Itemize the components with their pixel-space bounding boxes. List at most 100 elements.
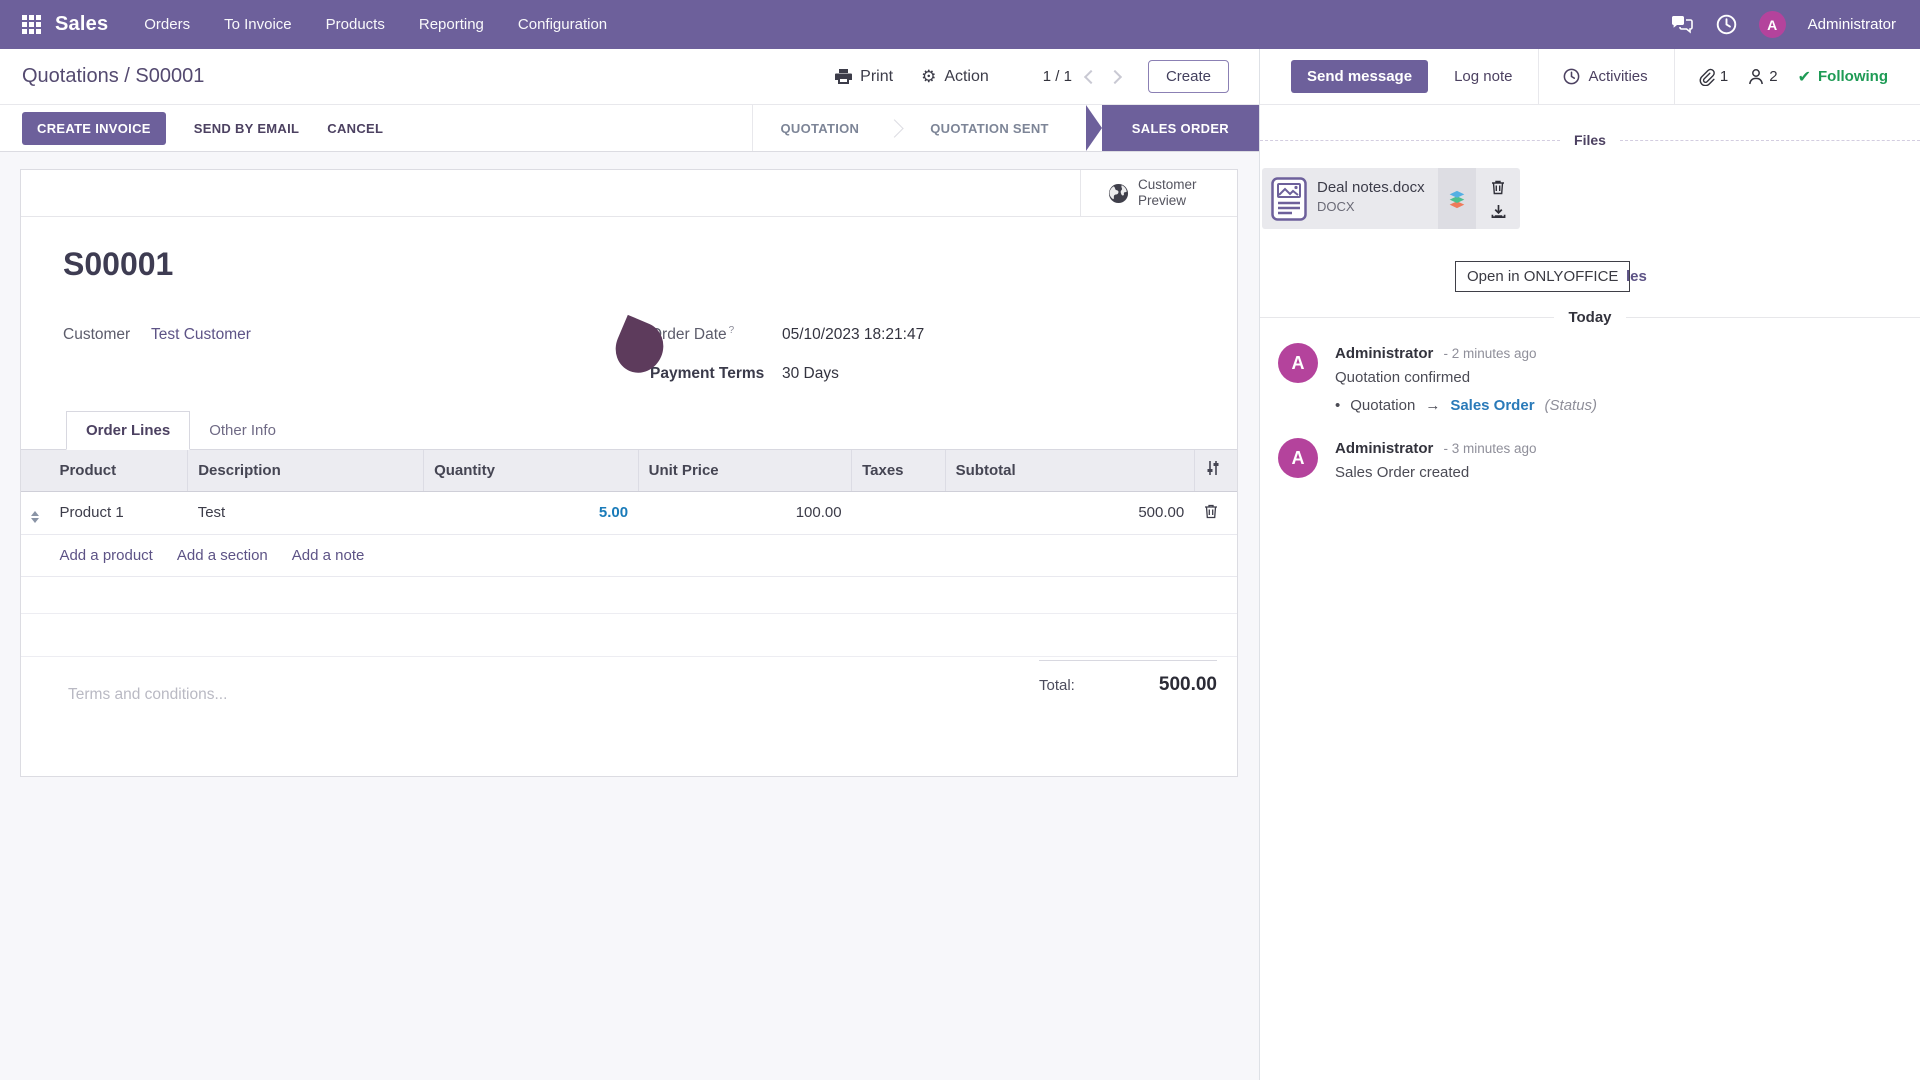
stage-sales-order[interactable]: SALES ORDER bbox=[1102, 105, 1259, 151]
user-avatar[interactable]: A bbox=[1759, 11, 1786, 38]
stage-quotation[interactable]: QUOTATION bbox=[753, 105, 886, 151]
globe-icon bbox=[1108, 183, 1129, 204]
app-brand[interactable]: Sales bbox=[55, 13, 108, 36]
open-in-onlyoffice-button[interactable] bbox=[1438, 168, 1476, 229]
attachment-name[interactable]: Deal notes.docx bbox=[1317, 179, 1428, 196]
trash-icon[interactable] bbox=[1204, 503, 1218, 519]
message-author[interactable]: Administrator bbox=[1335, 345, 1433, 362]
stage-quotation-sent[interactable]: QUOTATION SENT bbox=[903, 105, 1076, 151]
tab-order-lines[interactable]: Order Lines bbox=[66, 411, 190, 450]
download-attachment-icon[interactable] bbox=[1491, 204, 1506, 219]
following-toggle[interactable]: ✔ Following bbox=[1798, 67, 1888, 87]
send-by-email-button[interactable]: SEND BY EMAIL bbox=[194, 121, 300, 136]
followers-counter[interactable]: 2 bbox=[1748, 68, 1777, 85]
menu-configuration[interactable]: Configuration bbox=[518, 16, 607, 33]
cell-product[interactable]: Product 1 bbox=[49, 491, 187, 534]
menu-products[interactable]: Products bbox=[326, 16, 385, 33]
col-subtotal[interactable]: Subtotal bbox=[945, 450, 1194, 491]
tracking-new-value[interactable]: Sales Order bbox=[1450, 397, 1534, 414]
message-avatar[interactable]: A bbox=[1278, 343, 1318, 383]
add-product-link[interactable]: Add a product bbox=[59, 547, 152, 564]
send-message-button[interactable]: Send message bbox=[1291, 60, 1428, 93]
total-label: Total: bbox=[1039, 677, 1075, 694]
apps-menu-icon[interactable] bbox=[22, 15, 41, 34]
cell-quantity[interactable]: 5.00 bbox=[424, 491, 639, 534]
adjust-columns-icon[interactable] bbox=[1205, 460, 1221, 476]
attachment-card[interactable]: Deal notes.docx DOCX bbox=[1262, 168, 1520, 229]
delete-attachment-icon[interactable] bbox=[1491, 179, 1505, 195]
attachment-thumbnail bbox=[1262, 168, 1307, 229]
stage-separator-icon bbox=[886, 119, 904, 137]
chatter-panel: Send message Log note Activities 1 bbox=[1259, 49, 1920, 1080]
control-panel: Quotations / S00001 Print ⚙ Action 1 / 1… bbox=[0, 49, 1259, 105]
pager-previous-icon[interactable] bbox=[1084, 69, 1098, 83]
order-date-value[interactable]: 05/10/2023 18:21:47 bbox=[782, 326, 924, 344]
paperclip-icon bbox=[1698, 68, 1715, 86]
add-line-row: Add a product Add a section Add a note bbox=[21, 534, 1237, 576]
attachment-meta: Deal notes.docx DOCX bbox=[1307, 168, 1438, 229]
terms-placeholder[interactable]: Terms and conditions... bbox=[68, 686, 227, 704]
activities-clock-icon[interactable] bbox=[1716, 14, 1737, 35]
cell-description[interactable]: Test bbox=[188, 491, 424, 534]
cell-taxes[interactable] bbox=[852, 491, 946, 534]
check-icon: ✔ bbox=[1798, 67, 1811, 87]
order-date-label: Order Date? bbox=[650, 325, 782, 344]
payment-terms-label: Payment Terms bbox=[650, 365, 782, 383]
message-avatar[interactable]: A bbox=[1278, 438, 1318, 478]
table-row[interactable]: Product 1 Test 5.00 100.00 500.00 bbox=[21, 491, 1237, 534]
create-invoice-button[interactable]: CREATE INVOICE bbox=[22, 112, 166, 145]
attachments-counter[interactable]: 1 bbox=[1698, 68, 1728, 86]
col-quantity[interactable]: Quantity bbox=[424, 450, 639, 491]
table-empty-row bbox=[21, 576, 1237, 613]
message-author[interactable]: Administrator bbox=[1335, 440, 1433, 457]
customer-value[interactable]: Test Customer bbox=[151, 326, 251, 344]
form-sheet: Customer Preview S00001 Customer Test Cu… bbox=[20, 169, 1238, 777]
print-button[interactable]: Print bbox=[835, 68, 893, 86]
col-taxes[interactable]: Taxes bbox=[852, 450, 946, 491]
attachments-section: Files Deal notes.docx DOCX bbox=[1260, 132, 1920, 229]
payment-terms-value[interactable]: 30 Days bbox=[782, 365, 839, 383]
drag-handle-icon bbox=[31, 511, 39, 523]
tracking-bullet: • bbox=[1335, 397, 1340, 414]
col-product[interactable]: Product bbox=[49, 450, 187, 491]
tracking-field-name: (Status) bbox=[1545, 397, 1598, 414]
person-icon bbox=[1748, 68, 1764, 85]
clipped-link-text[interactable]: les bbox=[1626, 268, 1647, 285]
odoo-sales-app: Sales Orders To Invoice Products Reporti… bbox=[0, 0, 1920, 1080]
chatter-topbar-right: 1 2 ✔ Following bbox=[1698, 67, 1888, 87]
printer-icon bbox=[835, 69, 852, 85]
help-icon: ? bbox=[729, 325, 735, 336]
onlyoffice-tooltip: Open in ONLYOFFICE bbox=[1455, 261, 1630, 292]
messages-icon[interactable] bbox=[1670, 15, 1694, 35]
user-name[interactable]: Administrator bbox=[1808, 16, 1896, 33]
table-header-row: Product Description Quantity Unit Price … bbox=[21, 450, 1237, 491]
create-button[interactable]: Create bbox=[1148, 60, 1229, 93]
add-note-link[interactable]: Add a note bbox=[292, 547, 365, 564]
cancel-button[interactable]: CANCEL bbox=[327, 121, 383, 136]
activities-button[interactable]: Activities bbox=[1563, 68, 1647, 85]
order-lines-table: Product Description Quantity Unit Price … bbox=[21, 450, 1237, 657]
tab-other-info[interactable]: Other Info bbox=[190, 412, 295, 449]
message-time: - 3 minutes ago bbox=[1444, 441, 1537, 456]
date-divider: Today bbox=[1260, 309, 1920, 326]
cell-unit-price[interactable]: 100.00 bbox=[638, 491, 852, 534]
menu-orders[interactable]: Orders bbox=[144, 16, 190, 33]
notebook-tabs: Order Lines Other Info bbox=[21, 409, 1237, 450]
customer-preview-button[interactable]: Customer Preview bbox=[1080, 170, 1237, 216]
record-pager: 1 / 1 bbox=[1043, 68, 1120, 85]
menu-reporting[interactable]: Reporting bbox=[419, 16, 484, 33]
action-button[interactable]: ⚙ Action bbox=[921, 67, 989, 87]
col-description[interactable]: Description bbox=[188, 450, 424, 491]
message-content: Administrator - 3 minutes ago Sales Orde… bbox=[1335, 438, 1537, 481]
log-note-button[interactable]: Log note bbox=[1454, 68, 1512, 85]
files-divider: Files bbox=[1260, 132, 1920, 148]
row-drag-handle[interactable] bbox=[21, 491, 49, 534]
optional-columns-header bbox=[1194, 450, 1237, 491]
breadcrumb[interactable]: Quotations / S00001 bbox=[22, 65, 204, 88]
col-unit-price[interactable]: Unit Price bbox=[638, 450, 852, 491]
cell-delete[interactable] bbox=[1194, 491, 1237, 534]
customer-label: Customer bbox=[63, 326, 151, 344]
pager-next-icon[interactable] bbox=[1108, 69, 1122, 83]
menu-to-invoice[interactable]: To Invoice bbox=[224, 16, 292, 33]
add-section-link[interactable]: Add a section bbox=[177, 547, 268, 564]
